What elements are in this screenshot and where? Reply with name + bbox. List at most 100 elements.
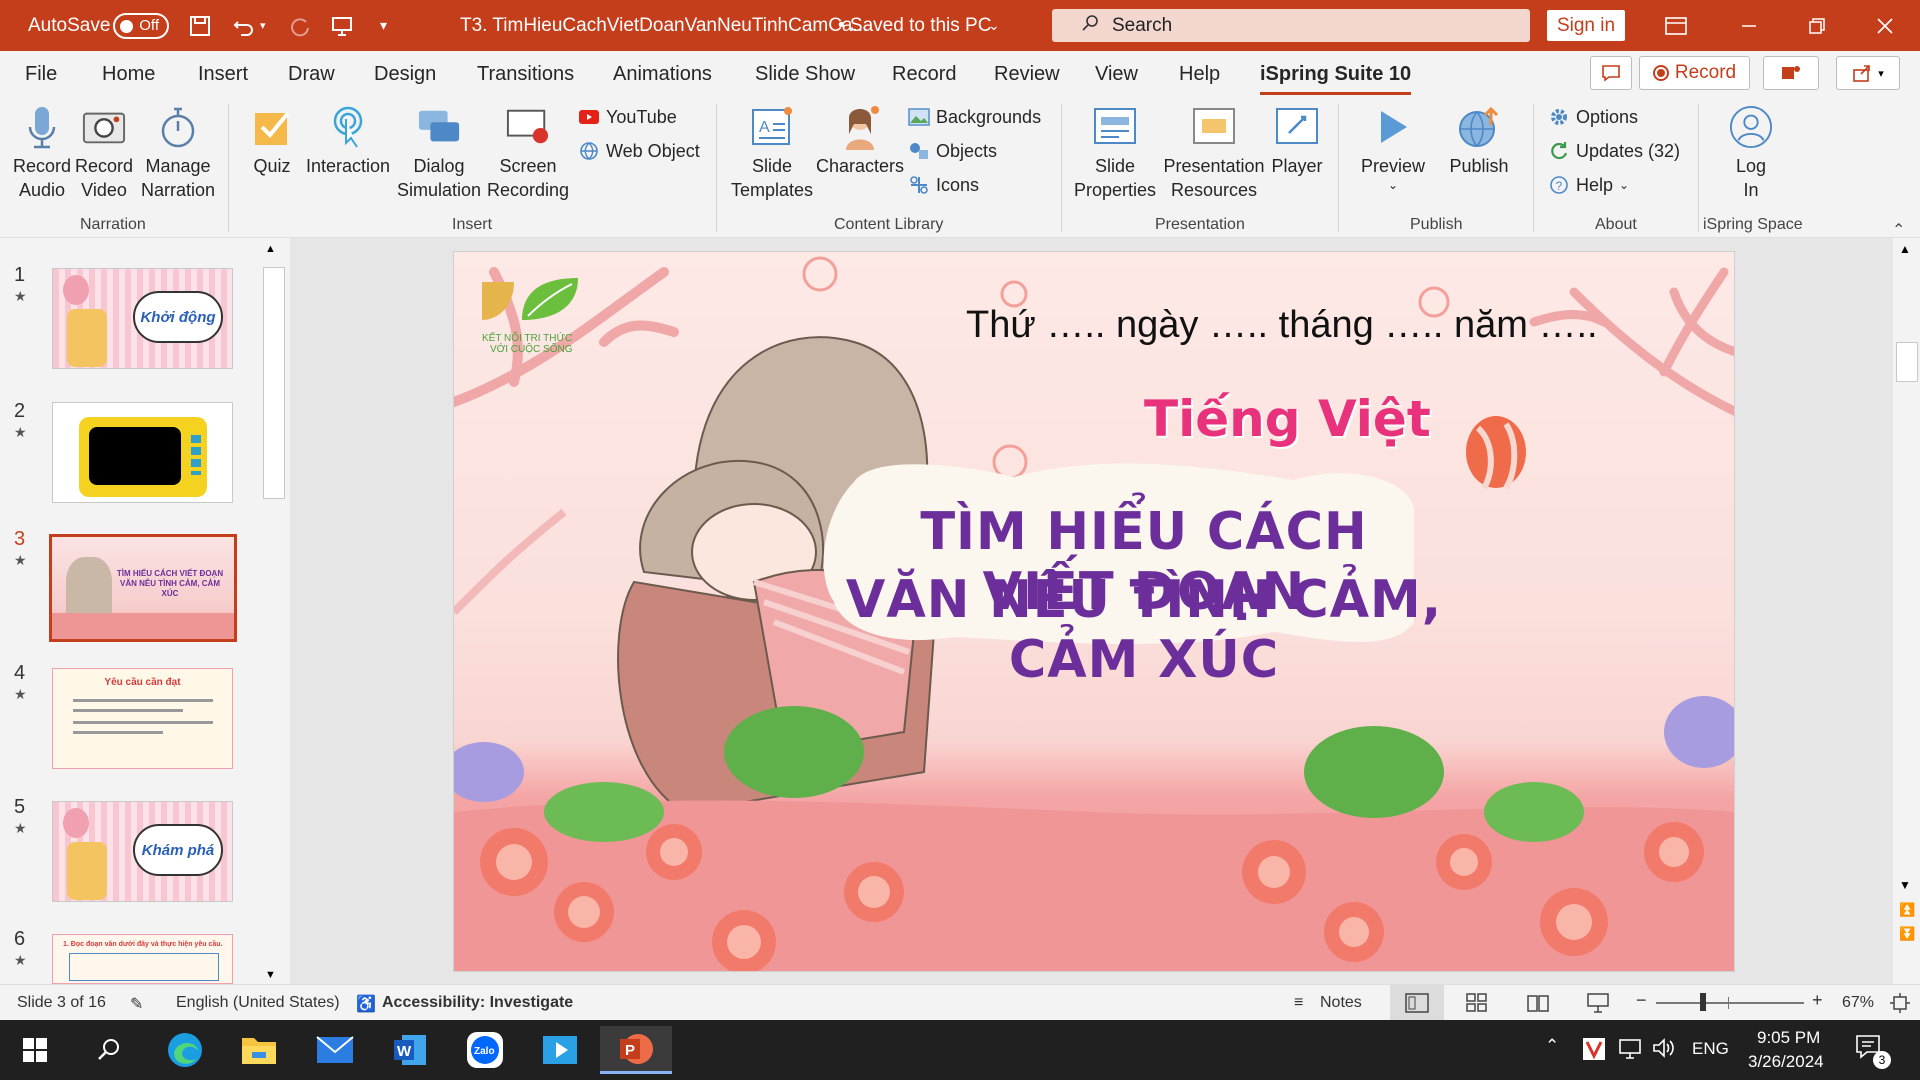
customize-qat-icon[interactable]: ▾	[380, 0, 387, 51]
record-video-button[interactable]: Record Video	[74, 104, 134, 202]
restore-icon[interactable]	[1808, 0, 1826, 51]
tab-transitions[interactable]: Transitions	[477, 63, 574, 86]
ispring-player-icon[interactable]	[530, 1026, 590, 1074]
input-language[interactable]: ENG	[1692, 1039, 1729, 1059]
tab-design[interactable]: Design	[374, 63, 436, 86]
network-icon[interactable]	[1618, 1038, 1642, 1065]
collapse-ribbon-icon[interactable]: ⌃	[1892, 220, 1905, 240]
tab-ispring[interactable]: iSpring Suite 10	[1260, 63, 1412, 95]
tab-help[interactable]: Help	[1179, 63, 1220, 86]
zoom-slider[interactable]	[1656, 1002, 1804, 1004]
record-audio-button[interactable]: Record Audio	[12, 104, 72, 202]
subject-title[interactable]: Tiếng Việt	[1144, 390, 1431, 448]
notes-button[interactable]: Notes	[1320, 994, 1362, 1012]
ribbon-display-icon[interactable]	[1665, 0, 1687, 51]
scrollbar-thumb[interactable]	[1896, 342, 1918, 382]
accessibility-status[interactable]: Accessibility: Investigate	[382, 994, 573, 1012]
tab-record[interactable]: Record	[892, 63, 956, 86]
tab-view[interactable]: View	[1095, 63, 1138, 86]
slide-thumbnail[interactable]: Khởi động	[52, 268, 233, 369]
save-icon[interactable]	[188, 0, 212, 51]
slide-properties-button[interactable]: Slide Properties	[1072, 104, 1158, 202]
undo-icon[interactable]: ▾	[232, 0, 266, 51]
record-button[interactable]: Record	[1639, 56, 1750, 90]
minimize-icon[interactable]	[1740, 0, 1758, 51]
redo-icon[interactable]	[288, 0, 312, 51]
editor-scrollbar[interactable]: ▲ ▼ ⏫ ⏬	[1893, 238, 1920, 984]
scroll-up-icon[interactable]: ▲	[265, 243, 276, 255]
slide-editor[interactable]: KẾT NỐI TRI THỨC VỚI CUỘC SỐNG Thứ ….. n…	[453, 251, 1735, 972]
normal-view-button[interactable]	[1390, 985, 1444, 1020]
close-icon[interactable]	[1876, 0, 1894, 51]
antivirus-icon[interactable]	[1582, 1037, 1606, 1066]
zoom-in-icon[interactable]: +	[1812, 990, 1823, 1011]
thumbnail-scrollbar[interactable]: ▲ ▼	[261, 243, 287, 986]
file-explorer-icon[interactable]	[229, 1026, 289, 1074]
sign-in-button[interactable]: Sign in	[1547, 10, 1625, 41]
edge-icon[interactable]	[155, 1026, 215, 1074]
characters-button[interactable]: Characters	[816, 104, 904, 178]
presentation-resources-button[interactable]: Presentation Resources	[1160, 104, 1268, 202]
slide-templates-button[interactable]: A Slide Templates	[726, 104, 818, 202]
interaction-button[interactable]: Interaction	[300, 104, 396, 178]
lesson-title-line2[interactable]: VĂN NÊU TÌNH CẢM, CẢM XÚC	[840, 570, 1448, 690]
language-indicator[interactable]: English (United States)	[176, 994, 340, 1012]
fit-to-window-icon[interactable]	[1890, 993, 1910, 1018]
tab-animations[interactable]: Animations	[613, 63, 712, 86]
tab-file[interactable]: File	[25, 63, 57, 86]
saved-status[interactable]: • Saved to this PC	[838, 0, 991, 51]
chevron-down-icon[interactable]: ⌄	[988, 0, 1000, 51]
slide-thumbnail[interactable]: Khám phá	[52, 801, 233, 902]
search-taskbar-icon[interactable]	[79, 1026, 139, 1074]
player-button[interactable]: Player	[1268, 104, 1326, 178]
publish-button[interactable]: Publish	[1444, 104, 1514, 178]
autosave-toggle[interactable]: Off	[113, 0, 169, 51]
reading-view-icon[interactable]	[1527, 993, 1549, 1018]
backgrounds-button[interactable]: Backgrounds	[908, 103, 1041, 131]
teams-share-button[interactable]	[1763, 56, 1819, 90]
tab-review[interactable]: Review	[994, 63, 1060, 86]
share-button[interactable]: ▾	[1836, 56, 1900, 90]
spellcheck-icon[interactable]: ✎	[130, 994, 143, 1014]
tab-slide-show[interactable]: Slide Show	[755, 63, 855, 86]
previous-slide-icon[interactable]: ⏫	[1899, 902, 1915, 918]
log-in-button[interactable]: Log In	[1718, 104, 1784, 202]
scroll-down-icon[interactable]: ▼	[1899, 878, 1911, 892]
next-slide-icon[interactable]: ⏬	[1899, 926, 1915, 942]
icons-button[interactable]: Icons	[908, 171, 979, 199]
slide-thumbnail[interactable]: Yêu cầu cần đạt	[52, 668, 233, 769]
zoom-out-icon[interactable]: −	[1636, 990, 1647, 1011]
start-windows-icon[interactable]	[5, 1026, 65, 1074]
screen-recording-button[interactable]: Screen Recording	[482, 104, 574, 202]
zalo-icon[interactable]: Zalo	[455, 1026, 515, 1074]
present-icon[interactable]	[330, 0, 354, 51]
clock-time[interactable]: 9:05 PM	[1757, 1028, 1820, 1048]
preview-button[interactable]: Preview ⌄	[1360, 104, 1426, 192]
comments-button[interactable]	[1590, 56, 1632, 90]
dialog-simulation-button[interactable]: Dialog Simulation	[394, 104, 484, 202]
word-icon[interactable]: W	[380, 1026, 440, 1074]
youtube-button[interactable]: YouTube	[578, 103, 677, 131]
updates-button[interactable]: Updates (32)	[1548, 137, 1680, 165]
help-button[interactable]: ? Help ⌄	[1548, 171, 1629, 199]
scroll-up-icon[interactable]: ▲	[1899, 242, 1911, 256]
tab-draw[interactable]: Draw	[288, 63, 335, 86]
slideshow-icon[interactable]	[1587, 993, 1609, 1018]
web-object-button[interactable]: Web Object	[578, 137, 700, 165]
manage-narration-button[interactable]: Manage Narration	[138, 104, 218, 202]
clock-date[interactable]: 3/26/2024	[1748, 1052, 1824, 1072]
zoom-slider-thumb[interactable]	[1700, 993, 1706, 1011]
objects-button[interactable]: Objects	[908, 137, 997, 165]
tab-insert[interactable]: Insert	[198, 63, 248, 86]
date-line[interactable]: Thứ ….. ngày ….. tháng ….. năm …..	[966, 304, 1598, 347]
quiz-button[interactable]: Quiz	[248, 104, 296, 178]
zoom-level[interactable]: 67%	[1842, 994, 1874, 1012]
slide-thumbnail[interactable]: 1. Đọc đoạn văn dưới đây và thực hiện yê…	[52, 934, 233, 984]
search-box[interactable]: Search	[1052, 9, 1530, 42]
slide-sorter-icon[interactable]	[1466, 993, 1488, 1018]
mail-icon[interactable]	[305, 1026, 365, 1074]
options-button[interactable]: Options	[1548, 103, 1638, 131]
tab-home[interactable]: Home	[102, 63, 155, 86]
powerpoint-icon[interactable]: P	[600, 1026, 672, 1074]
scroll-down-icon[interactable]: ▼	[265, 969, 276, 981]
